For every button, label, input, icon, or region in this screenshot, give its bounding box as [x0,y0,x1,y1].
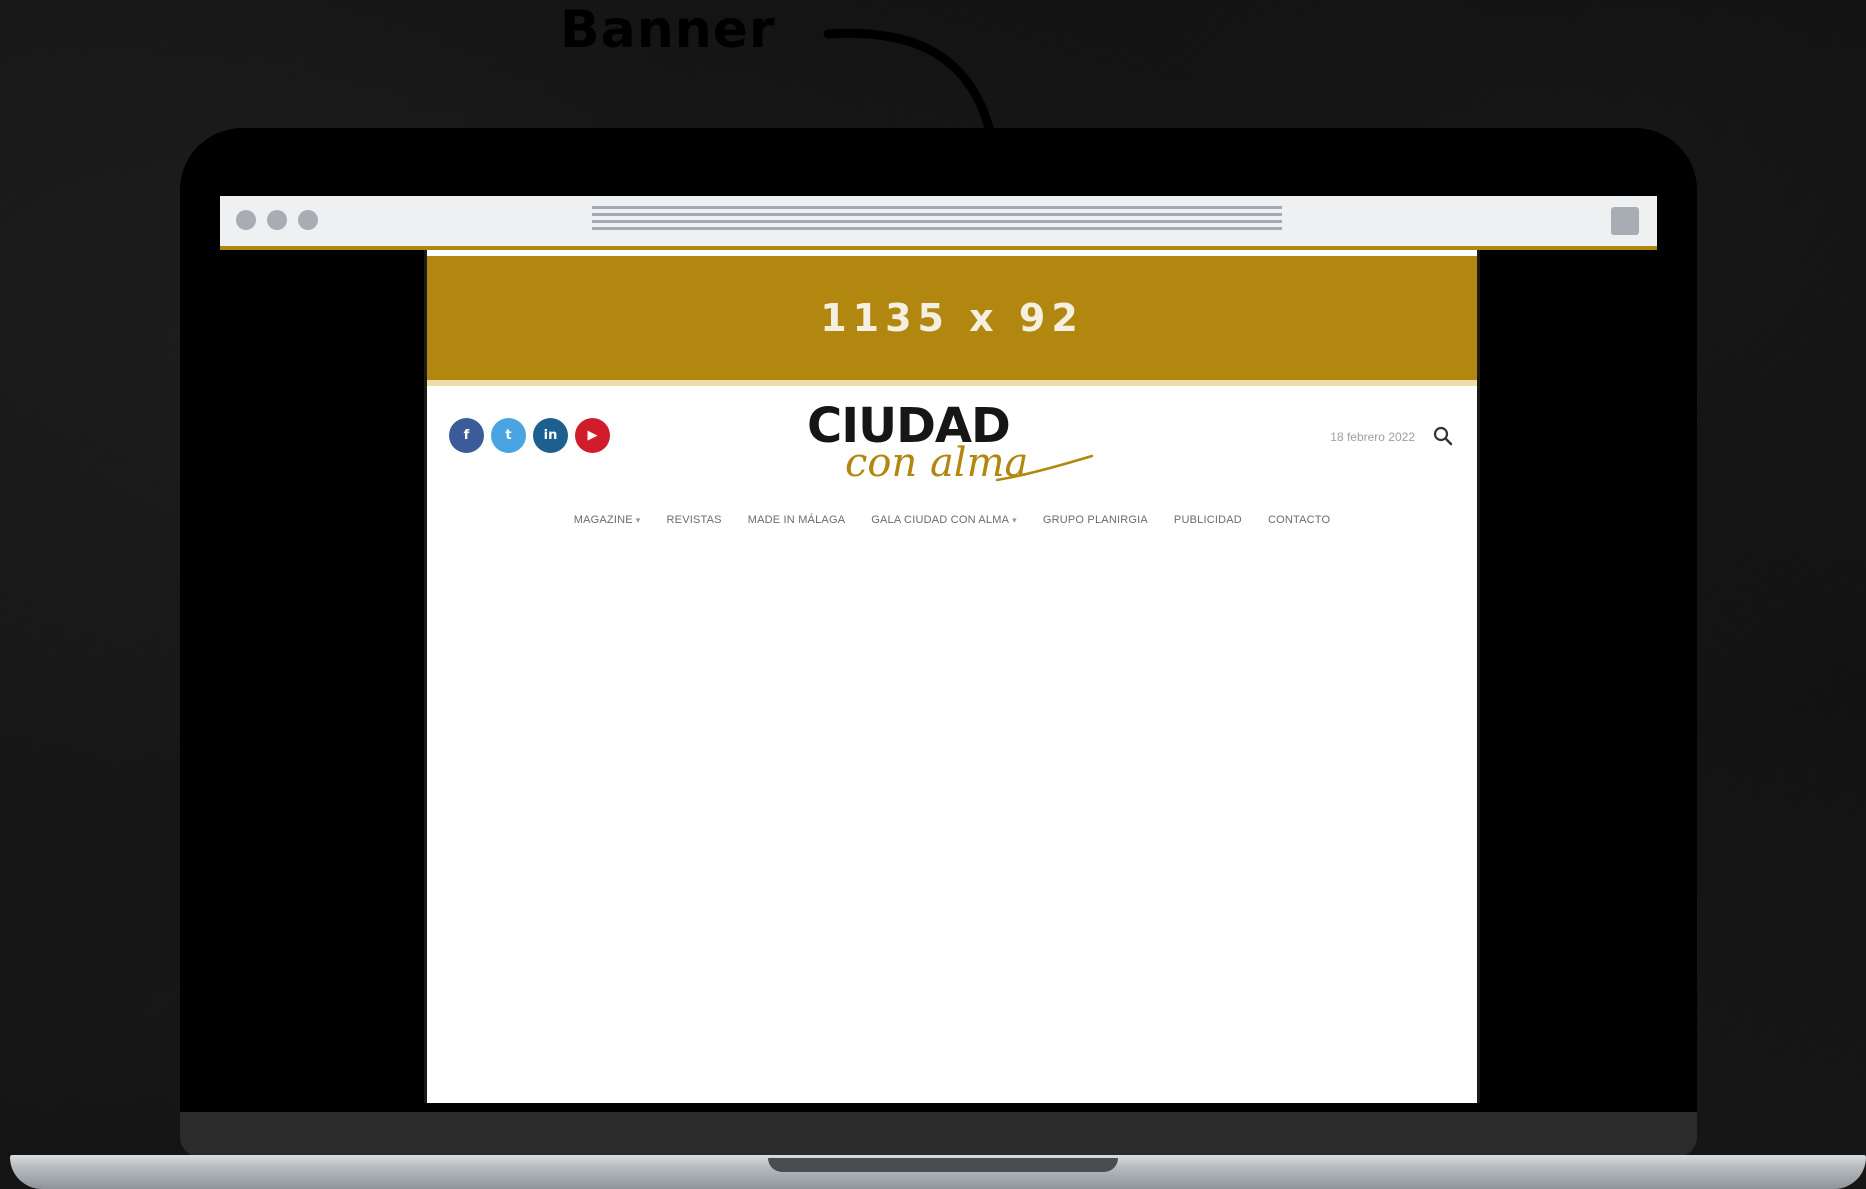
browser-menu-icon[interactable] [1611,207,1639,235]
social-links: f t in ▶ [449,418,610,453]
chevron-down-icon: ▾ [1012,514,1017,525]
logo-swoosh-icon [995,454,1094,482]
linkedin-icon[interactable]: in [533,418,568,453]
youtube-icon[interactable]: ▶ [575,418,610,453]
nav-item-made-in-malaga[interactable]: MADE IN MÁLAGA [748,514,846,526]
laptop-hinge [180,1112,1697,1157]
facebook-icon[interactable]: f [449,418,484,453]
nav-item-magazine[interactable]: MAGAZINE ▾ [574,514,641,526]
address-bar[interactable] [592,206,1282,234]
banner-callout-label: Banner [560,0,776,60]
banner-dimensions-text: 1135 x 92 [820,296,1084,340]
nav-item-contacto[interactable]: CONTACTO [1268,514,1330,526]
window-minimize-dot-icon[interactable] [267,210,287,230]
browser-toolbar [220,196,1657,250]
window-close-dot-icon[interactable] [236,210,256,230]
header-date: 18 febrero 2022 [1330,430,1415,444]
chevron-down-icon: ▾ [635,514,641,525]
ad-banner[interactable]: 1135 x 92 [427,256,1477,386]
site-logo[interactable]: CIUDAD con alma [807,398,1097,498]
main-navigation: MAGAZINE ▾ REVISTAS MADE IN MÁLAGA GALA … [427,514,1477,526]
laptop-notch [768,1158,1118,1172]
nav-item-gala[interactable]: GALA CIUDAD CON ALMA ▾ [871,514,1017,526]
window-maximize-dot-icon[interactable] [298,210,318,230]
nav-item-revistas[interactable]: REVISTAS [667,514,722,526]
twitter-icon[interactable]: t [491,418,526,453]
search-icon[interactable] [1433,426,1453,446]
website-viewport: 1135 x 92 f t in ▶ CIUDAD con alma 18 fe… [424,250,1480,1103]
nav-item-grupo[interactable]: GRUPO PLANIRGIA [1043,514,1148,526]
nav-item-publicidad[interactable]: PUBLICIDAD [1174,514,1242,526]
